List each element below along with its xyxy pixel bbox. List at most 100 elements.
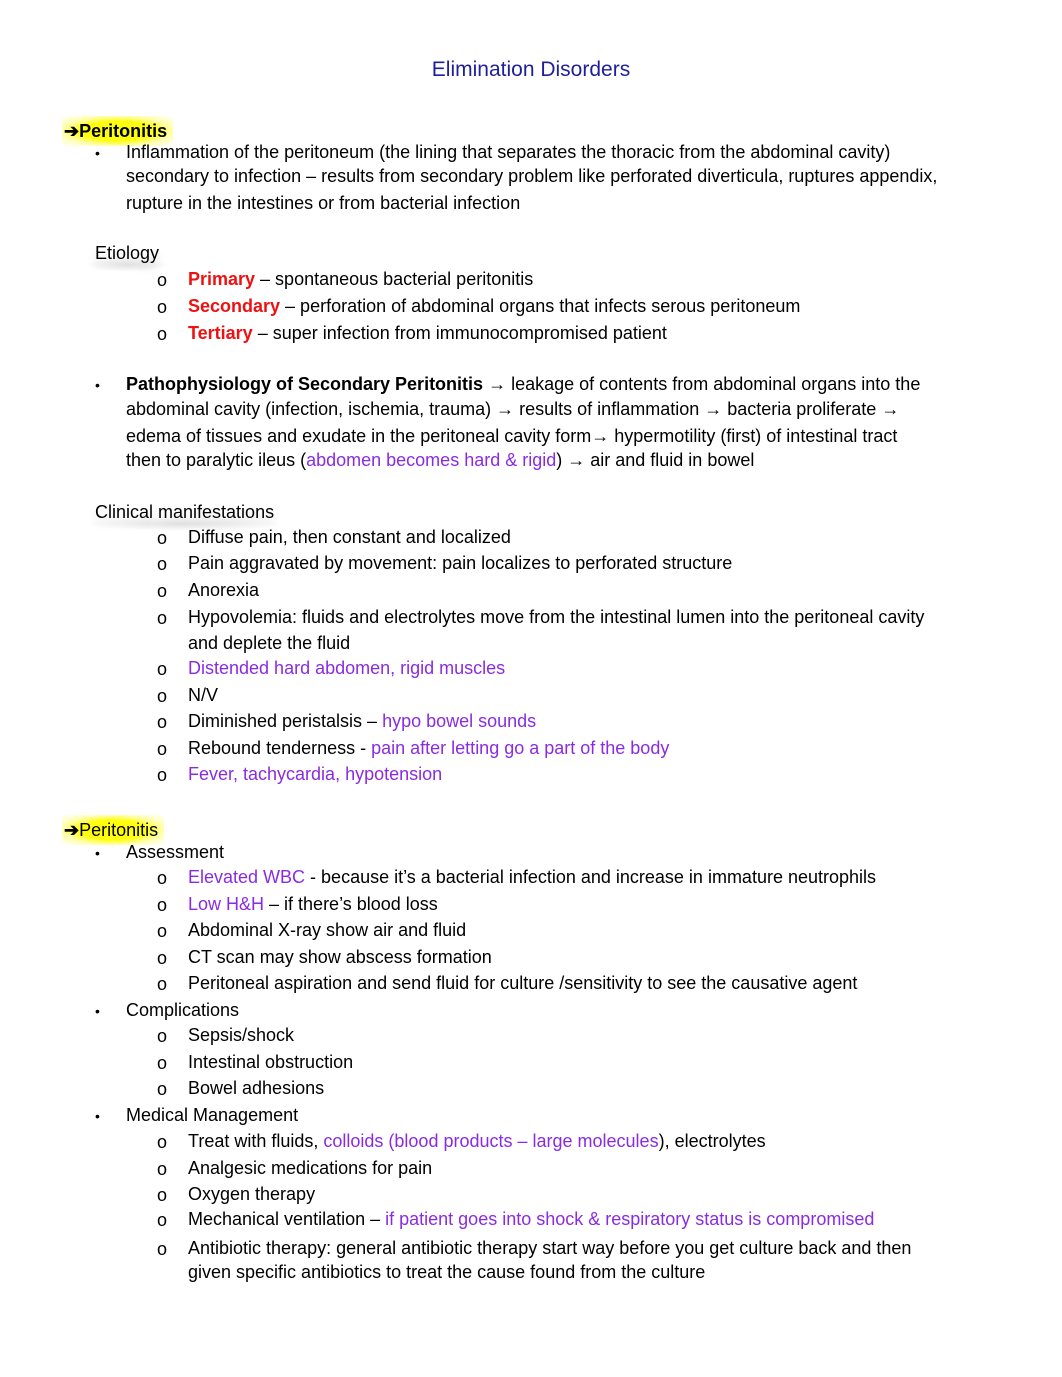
sub-bullet-marker: o: [157, 297, 168, 317]
text-run: ), electrolytes: [658, 1131, 766, 1151]
bullet-marker: •: [95, 845, 100, 861]
clinical-item: Fever, tachycardia, hypotension: [188, 764, 443, 784]
pathophysiology-line: then to paralytic ileus (abdomen becomes…: [126, 449, 754, 471]
etiology-item: Primary – spontaneous bacterial peritoni…: [188, 268, 533, 290]
clinical-item: Rebound tenderness - pain after letting …: [188, 737, 669, 759]
sub-bullet-marker: o: [157, 1185, 168, 1205]
assessment-item: Elevated WBC - because it’s a bacterial …: [188, 866, 876, 888]
management-item: Antibiotic therapy: general antibiotic t…: [188, 1238, 912, 1258]
sub-bullet-marker: o: [157, 608, 168, 628]
text-run: bacteria proliferate: [722, 399, 882, 419]
sub-bullet-marker: o: [157, 1026, 168, 1046]
complication-item: Intestinal obstruction: [188, 1052, 354, 1072]
text-run: hypermotility (first) of intestinal trac…: [609, 426, 898, 446]
clinical-manifestations-label: Clinical manifestations: [84, 502, 285, 531]
text-run: Diminished peristalsis –: [188, 711, 383, 731]
note-text: Low H&H: [188, 894, 265, 914]
arrow-icon: →: [591, 426, 610, 446]
management-item: Analgesic medications for pain: [188, 1158, 433, 1178]
sub-bullet-marker: o: [157, 659, 168, 679]
heading-text: Peritonitis: [79, 121, 168, 141]
sub-bullet-marker: o: [157, 1239, 168, 1259]
complications-label: Complications: [126, 1000, 240, 1020]
clinical-item: Distended hard abdomen, rigid muscles: [188, 658, 506, 678]
etiology-desc: – perforation of abdominal organs that i…: [280, 296, 801, 316]
sub-bullet-marker: o: [157, 324, 168, 344]
sub-bullet-marker: o: [157, 1053, 168, 1073]
text-run: air and fluid in bowel: [585, 450, 755, 470]
pathophysiology-title: Pathophysiology of Secondary Peritonitis: [126, 374, 484, 394]
note-text: colloids (blood products – large molecul…: [323, 1131, 659, 1151]
sub-bullet-marker: o: [157, 868, 168, 888]
note-text: pain after letting go a part of the body: [371, 738, 670, 758]
assessment-item: CT scan may show abscess formation: [188, 947, 492, 967]
pathophysiology-line: abdominal cavity (infection, ischemia, t…: [126, 398, 899, 420]
note-text: Elevated WBC: [188, 867, 306, 887]
sub-bullet-marker: o: [157, 895, 168, 915]
text-run: Treat with fluids,: [188, 1131, 324, 1151]
arrow-icon: →: [488, 374, 507, 394]
complication-item: Bowel adhesions: [188, 1078, 325, 1098]
bullet-marker: •: [95, 1108, 100, 1124]
document-title: Elimination Disorders: [431, 58, 631, 81]
sub-bullet-marker: o: [157, 554, 168, 574]
right-arrow-icon: ➔: [64, 121, 80, 141]
pathophysiology-line: Pathophysiology of Secondary Peritonitis…: [126, 373, 920, 395]
pathophysiology-line: edema of tissues and exudate in the peri…: [126, 425, 897, 447]
sub-bullet-marker: o: [157, 1132, 168, 1152]
sub-bullet-marker: o: [157, 921, 168, 941]
note-text: abdomen becomes hard & rigid: [306, 450, 557, 470]
etiology-term: Secondary: [188, 296, 281, 316]
etiology-desc: – super infection from immunocompromised…: [252, 323, 667, 343]
arrow-icon: →: [881, 399, 900, 419]
document-page: Elimination Disorders ➔Peritonitis • Inf…: [0, 0, 1062, 1377]
note-text: if patient goes into shock & respiratory…: [385, 1209, 875, 1229]
management-item-continuation: given specific antibiotics to treat the …: [188, 1262, 706, 1282]
heading-text: Peritonitis: [79, 820, 159, 840]
arrow-icon: →: [704, 399, 723, 419]
sub-bullet-marker: o: [157, 1210, 168, 1230]
text-run: Mechanical ventilation –: [188, 1209, 386, 1229]
definition-line: secondary to infection – results from se…: [126, 166, 938, 186]
sub-bullet-marker: o: [157, 948, 168, 968]
arrow-icon: →: [496, 399, 515, 419]
text-run: ): [556, 450, 568, 470]
management-item: Treat with fluids, colloids (blood produ…: [188, 1130, 766, 1152]
text-run: then to paralytic ileus (: [126, 450, 307, 470]
definition-line: rupture in the intestines or from bacter…: [126, 193, 521, 213]
clinical-item: Diffuse pain, then constant and localize…: [188, 527, 511, 547]
text-run: leakage of contents from abdominal organ…: [506, 374, 921, 394]
complication-item: Sepsis/shock: [188, 1025, 295, 1045]
sub-bullet-marker: o: [157, 974, 168, 994]
arrow-icon: →: [567, 450, 586, 470]
bullet-marker: •: [95, 1003, 100, 1019]
text-run: - because it’s a bacterial infection and…: [305, 867, 877, 887]
clinical-item: Hypovolemia: fluids and electrolytes mov…: [188, 607, 925, 627]
etiology-item: Tertiary – super infection from immunoco…: [188, 322, 667, 344]
clinical-item-continuation: and deplete the fluid: [188, 633, 351, 653]
sub-bullet-marker: o: [157, 765, 168, 785]
sub-bullet-marker: o: [157, 739, 168, 759]
note-text: hypo bowel sounds: [382, 711, 537, 731]
text-run: abdominal cavity (infection, ischemia, t…: [126, 399, 497, 419]
assessment-item: Abdominal X-ray show air and fluid: [188, 920, 467, 940]
sub-bullet-marker: o: [157, 686, 168, 706]
assessment-item: Low H&H – if there’s blood loss: [188, 893, 438, 915]
right-arrow-icon: ➔: [64, 820, 80, 840]
etiology-term: Primary: [188, 269, 256, 289]
management-label: Medical Management: [126, 1105, 299, 1125]
sub-bullet-marker: o: [157, 528, 168, 548]
text-run: edema of tissues and exudate in the peri…: [126, 426, 592, 446]
etiology-item: Secondary – perforation of abdominal org…: [188, 295, 800, 317]
sub-bullet-marker: o: [157, 1079, 168, 1099]
clinical-item: N/V: [188, 685, 219, 705]
clinical-item: Pain aggravated by movement: pain locali…: [188, 553, 733, 573]
management-item: Mechanical ventilation – if patient goes…: [188, 1208, 874, 1230]
etiology-label: Etiology: [84, 243, 170, 272]
text-run: – if there’s blood loss: [264, 894, 438, 914]
text-run: Rebound tenderness -: [188, 738, 372, 758]
clinical-item: Anorexia: [188, 580, 260, 600]
assessment-label: Assessment: [126, 842, 225, 862]
definition-line: Inflammation of the peritoneum (the lini…: [126, 142, 891, 162]
management-item: Oxygen therapy: [188, 1184, 316, 1204]
